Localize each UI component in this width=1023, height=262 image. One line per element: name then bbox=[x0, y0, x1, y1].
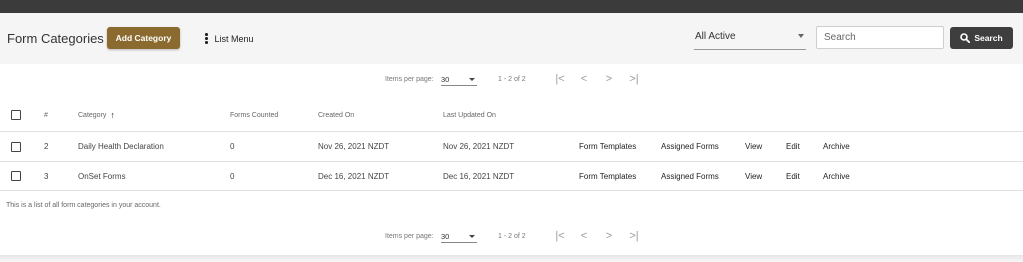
page-size-value: 30 bbox=[441, 75, 450, 84]
previous-page-icon[interactable]: < bbox=[576, 228, 592, 244]
archive-link[interactable]: Archive bbox=[823, 162, 850, 190]
page-header: Form Categories Add Category List Menu A… bbox=[0, 13, 1023, 64]
next-page-icon[interactable]: > bbox=[601, 228, 617, 244]
row-last-updated-on: Nov 26, 2021 NZDT bbox=[443, 142, 515, 151]
edit-link[interactable]: Edit bbox=[786, 162, 800, 190]
app-top-bar bbox=[0, 0, 1023, 13]
assigned-forms-link[interactable]: Assigned Forms bbox=[661, 162, 719, 190]
items-per-page-label: Items per page: bbox=[385, 233, 434, 240]
row-forms-counted: 0 bbox=[230, 142, 235, 151]
edit-link[interactable]: Edit bbox=[786, 132, 800, 161]
form-templates-link[interactable]: Form Templates bbox=[579, 132, 636, 161]
row-created-on: Dec 16, 2021 NZDT bbox=[318, 171, 390, 181]
table-header-row: # Category ↑ Forms Counted Created On La… bbox=[0, 99, 1023, 132]
page-size-select[interactable]: 30 bbox=[441, 228, 477, 243]
list-menu-button[interactable]: List Menu bbox=[203, 32, 254, 45]
last-page-icon[interactable]: >| bbox=[626, 71, 642, 87]
dropdown-caret-icon bbox=[469, 78, 475, 81]
page-bottom-shadow bbox=[0, 255, 1023, 262]
column-header-category-label: Category bbox=[78, 111, 107, 119]
table-row: 2 Daily Health Declaration 0 Nov 26, 202… bbox=[0, 132, 1023, 162]
page-range-label: 1 - 2 of 2 bbox=[498, 233, 526, 240]
view-link[interactable]: View bbox=[745, 162, 762, 190]
status-filter-value: All Active bbox=[695, 31, 736, 42]
row-created-on: Nov 26, 2021 NZDT bbox=[318, 142, 390, 151]
previous-page-icon[interactable]: < bbox=[576, 71, 592, 87]
column-header-last-updated-on: Last Updated On bbox=[443, 111, 496, 119]
list-menu-label: List Menu bbox=[214, 33, 254, 44]
page-range-label: 1 - 2 of 2 bbox=[498, 76, 526, 83]
status-filter-select[interactable]: All Active bbox=[694, 26, 806, 50]
first-page-icon[interactable]: |< bbox=[552, 228, 568, 244]
column-header-created-on: Created On bbox=[318, 111, 355, 119]
row-category: OnSet Forms bbox=[78, 171, 126, 181]
row-last-updated-on: Dec 16, 2021 NZDT bbox=[443, 171, 515, 181]
dropdown-caret-icon bbox=[469, 235, 475, 238]
table-row: 3 OnSet Forms 0 Dec 16, 2021 NZDT Dec 16… bbox=[0, 162, 1023, 191]
assigned-forms-link[interactable]: Assigned Forms bbox=[661, 132, 719, 161]
select-all-checkbox[interactable] bbox=[11, 110, 21, 120]
next-page-icon[interactable]: > bbox=[601, 71, 617, 87]
row-num: 2 bbox=[44, 142, 49, 151]
add-category-button[interactable]: Add Category bbox=[107, 27, 180, 49]
first-page-icon[interactable]: |< bbox=[552, 71, 568, 87]
dropdown-caret-icon bbox=[798, 34, 804, 38]
column-header-category[interactable]: Category ↑ bbox=[78, 99, 115, 131]
last-page-icon[interactable]: >| bbox=[626, 228, 642, 244]
form-templates-link[interactable]: Form Templates bbox=[579, 162, 636, 190]
paginator-bottom: Items per page: 30 1 - 2 of 2 |< < > >| bbox=[0, 222, 1023, 252]
row-checkbox[interactable] bbox=[11, 171, 21, 181]
more-vert-icon bbox=[205, 33, 208, 44]
page-title: Form Categories bbox=[7, 31, 104, 46]
column-header-forms-counted: Forms Counted bbox=[230, 111, 279, 119]
table-footnote: This is a list of all form categories in… bbox=[6, 202, 161, 209]
row-num: 3 bbox=[44, 171, 49, 181]
arrow-upward-icon: ↑ bbox=[110, 110, 115, 120]
search-icon bbox=[960, 33, 971, 43]
archive-link[interactable]: Archive bbox=[823, 132, 850, 161]
page-size-select[interactable]: 30 bbox=[441, 71, 477, 86]
row-checkbox[interactable] bbox=[11, 141, 21, 152]
row-forms-counted: 0 bbox=[230, 171, 235, 181]
search-button[interactable]: Search bbox=[950, 27, 1013, 49]
row-category: Daily Health Declaration bbox=[78, 142, 164, 151]
view-link[interactable]: View bbox=[745, 132, 762, 161]
page-size-value: 30 bbox=[441, 232, 450, 241]
paginator-top: Items per page: 30 1 - 2 of 2 |< < > >| bbox=[0, 65, 1023, 95]
column-header-num: # bbox=[44, 111, 48, 119]
search-button-label: Search bbox=[974, 33, 1003, 43]
items-per-page-label: Items per page: bbox=[385, 76, 434, 83]
search-input[interactable] bbox=[816, 26, 944, 49]
